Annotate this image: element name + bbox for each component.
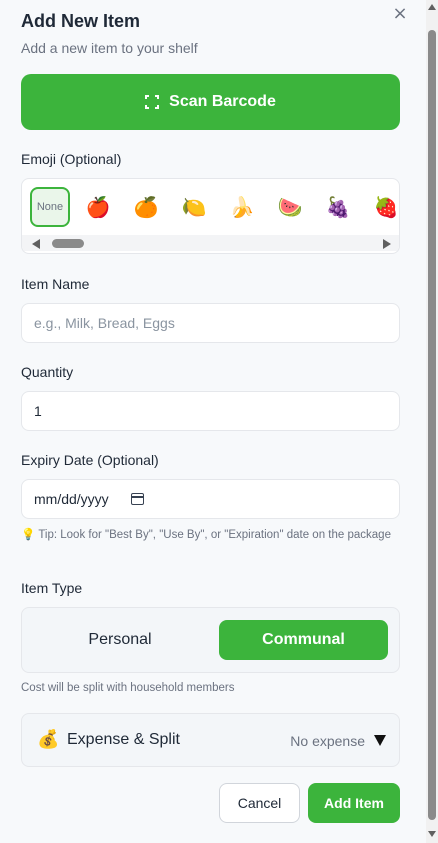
item-name-placeholder: e.g., Milk, Bread, Eggs bbox=[34, 315, 175, 331]
expiry-label: Expiry Date (Optional) bbox=[21, 452, 159, 468]
expense-value: No expense bbox=[290, 733, 365, 749]
emoji-option-apple[interactable]: 🍎 bbox=[78, 187, 118, 227]
add-item-modal: × Add New Item Add a new item to your sh… bbox=[0, 0, 426, 843]
modal-subtitle: Add a new item to your shelf bbox=[21, 40, 198, 56]
scroll-up-icon[interactable] bbox=[428, 4, 436, 10]
item-type-label: Item Type bbox=[21, 580, 83, 596]
scroll-down-icon[interactable] bbox=[428, 831, 436, 837]
expiry-date-input[interactable]: mm/dd/yyyy bbox=[21, 479, 400, 519]
item-name-input[interactable]: e.g., Milk, Bread, Eggs bbox=[21, 303, 400, 343]
quantity-label: Quantity bbox=[21, 364, 74, 380]
emoji-picker: None 🍎 🍊 🍋 🍌 🍉 🍇 🍓 bbox=[21, 178, 400, 254]
page-scrollbar[interactable] bbox=[426, 0, 438, 843]
emoji-option-grapes[interactable]: 🍇 bbox=[318, 187, 358, 227]
modal-title: Add New Item bbox=[21, 11, 141, 31]
item-type-toggle: Personal Communal bbox=[21, 607, 400, 673]
calendar-icon[interactable] bbox=[130, 493, 144, 505]
expiry-tip: 💡 Tip: Look for "Best By", "Use By", or … bbox=[21, 527, 400, 543]
lightbulb-icon: 💡 bbox=[21, 529, 36, 541]
quantity-value: 1 bbox=[34, 403, 42, 419]
expense-label: Expense & Split bbox=[67, 731, 180, 748]
money-bag-icon: 💰 bbox=[37, 729, 60, 749]
type-personal-option[interactable]: Personal bbox=[34, 620, 206, 660]
emoji-label: Emoji (Optional) bbox=[21, 151, 122, 167]
scan-barcode-button[interactable]: Scan Barcode bbox=[21, 74, 400, 130]
emoji-option-orange[interactable]: 🍊 bbox=[126, 187, 166, 227]
cancel-button[interactable]: Cancel bbox=[219, 783, 300, 823]
item-name-label: Item Name bbox=[21, 276, 90, 292]
expense-split-dropdown[interactable]: 💰 Expense & Split No expense bbox=[21, 713, 400, 767]
add-item-button[interactable]: Add Item bbox=[308, 783, 400, 823]
emoji-scroll-thumb[interactable] bbox=[52, 239, 84, 248]
emoji-option-banana[interactable]: 🍌 bbox=[222, 187, 262, 227]
close-icon[interactable]: × bbox=[391, 5, 409, 23]
expiry-placeholder: mm/dd/yyyy bbox=[34, 491, 109, 507]
page-scroll-thumb[interactable] bbox=[428, 30, 436, 820]
expiry-tip-text: Tip: Look for "Best By", "Use By", or "E… bbox=[38, 529, 391, 541]
scroll-right-icon[interactable] bbox=[383, 239, 391, 249]
split-note: Cost will be split with household member… bbox=[21, 682, 235, 694]
scan-frame-icon bbox=[145, 95, 160, 109]
emoji-option-strawberry[interactable]: 🍓 bbox=[366, 187, 399, 227]
caret-down-icon bbox=[374, 735, 386, 746]
quantity-input[interactable]: 1 bbox=[21, 391, 400, 431]
emoji-scrollbar[interactable] bbox=[22, 235, 399, 251]
emoji-option-lemon[interactable]: 🍋 bbox=[174, 187, 214, 227]
emoji-option-none[interactable]: None bbox=[30, 187, 70, 227]
emoji-list: None 🍎 🍊 🍋 🍌 🍉 🍇 🍓 bbox=[30, 187, 399, 227]
type-communal-option[interactable]: Communal bbox=[219, 620, 388, 660]
scan-barcode-label: Scan Barcode bbox=[169, 93, 276, 110]
emoji-option-watermelon[interactable]: 🍉 bbox=[270, 187, 310, 227]
scroll-left-icon[interactable] bbox=[32, 239, 40, 249]
